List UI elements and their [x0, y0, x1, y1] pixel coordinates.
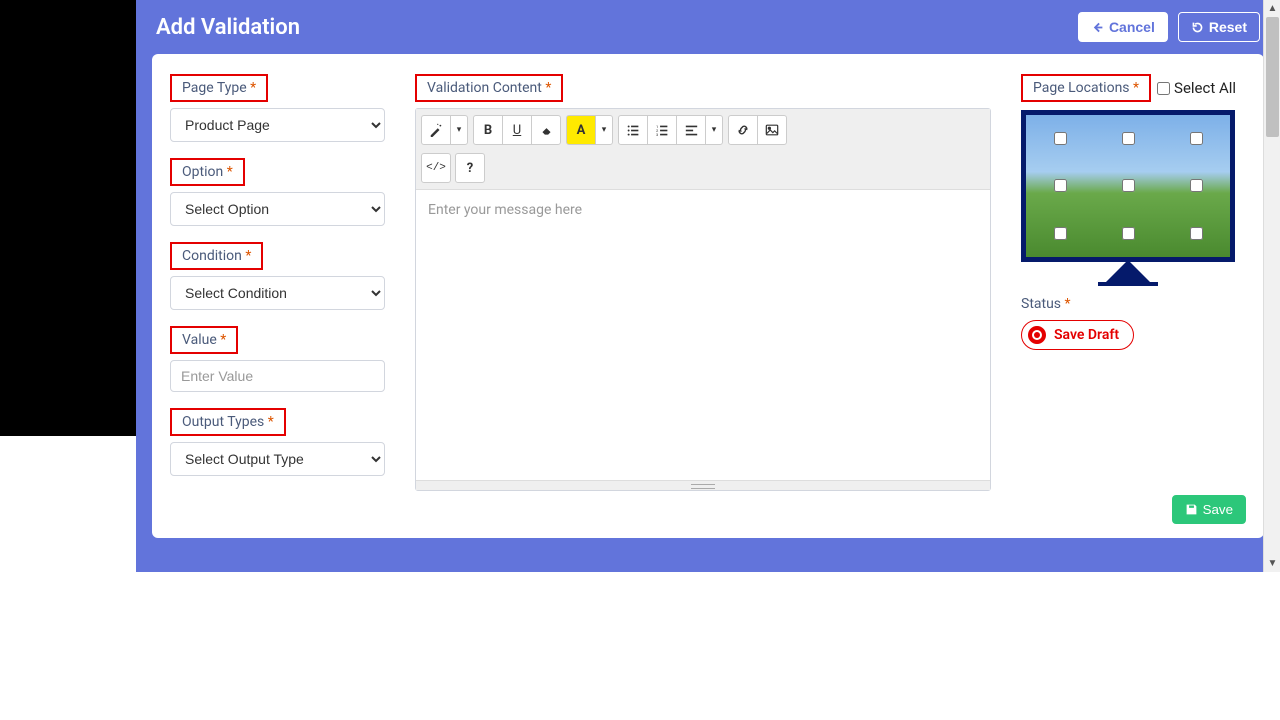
- value-input[interactable]: [170, 360, 385, 392]
- page-title: Add Validation: [156, 15, 300, 40]
- output-types-label: Output Types *: [170, 408, 286, 436]
- resize-handle[interactable]: [416, 480, 990, 490]
- condition-label: Condition *: [170, 242, 263, 270]
- align-dropdown[interactable]: ▾: [705, 115, 723, 145]
- cancel-button[interactable]: Cancel: [1078, 12, 1168, 42]
- save-label: Save: [1203, 502, 1233, 517]
- style-dropdown[interactable]: ▾: [450, 115, 468, 145]
- text-color-icon[interactable]: A: [566, 115, 596, 145]
- select-all-label: Select All: [1174, 79, 1236, 97]
- page-locations-label: Page Locations *: [1021, 74, 1151, 102]
- value-label: Value *: [170, 326, 238, 354]
- bold-icon[interactable]: B: [473, 115, 503, 145]
- validation-content-label: Validation Content *: [415, 74, 563, 102]
- help-icon[interactable]: ?: [455, 153, 485, 183]
- form-card: Page Type * Product Page Option * Select…: [152, 54, 1264, 538]
- ordered-list-icon[interactable]: 123: [647, 115, 677, 145]
- save-draft-status[interactable]: Save Draft: [1021, 320, 1134, 350]
- page-type-select[interactable]: Product Page: [170, 108, 385, 142]
- header: Add Validation Cancel Reset: [136, 0, 1280, 54]
- floppy-icon: [1185, 503, 1198, 516]
- main-area: Add Validation Cancel Reset: [136, 0, 1280, 572]
- save-button[interactable]: Save: [1172, 495, 1246, 524]
- reset-button[interactable]: Reset: [1178, 12, 1260, 42]
- color-dropdown[interactable]: ▾: [595, 115, 613, 145]
- svg-text:3: 3: [656, 132, 659, 137]
- condition-select[interactable]: Select Condition: [170, 276, 385, 310]
- reset-label: Reset: [1209, 19, 1247, 35]
- scroll-up-icon[interactable]: ▲: [1264, 0, 1280, 17]
- select-all-checkbox[interactable]: [1157, 82, 1170, 95]
- code-view-icon[interactable]: </>: [421, 153, 451, 183]
- location-top-left[interactable]: [1054, 132, 1067, 145]
- scroll-thumb[interactable]: [1266, 17, 1279, 137]
- location-top-center[interactable]: [1122, 132, 1135, 145]
- sidebar-black: [0, 0, 136, 436]
- cancel-label: Cancel: [1109, 19, 1155, 35]
- location-top-right[interactable]: [1190, 132, 1203, 145]
- location-mid-right[interactable]: [1190, 179, 1203, 192]
- save-draft-label: Save Draft: [1054, 327, 1119, 343]
- location-mid-left[interactable]: [1054, 179, 1067, 192]
- location-mid-center[interactable]: [1122, 179, 1135, 192]
- page-type-label: Page Type *: [170, 74, 268, 102]
- magic-icon[interactable]: [421, 115, 451, 145]
- location-bot-right[interactable]: [1190, 227, 1203, 240]
- location-bot-center[interactable]: [1122, 227, 1135, 240]
- monitor-base: [1098, 282, 1158, 286]
- vertical-scrollbar[interactable]: ▲ ▼: [1263, 0, 1280, 572]
- monitor-preview: [1021, 110, 1235, 286]
- option-select[interactable]: Select Option: [170, 192, 385, 226]
- location-bot-left[interactable]: [1054, 227, 1067, 240]
- link-icon[interactable]: [728, 115, 758, 145]
- erase-icon[interactable]: [531, 115, 561, 145]
- monitor-stand: [1104, 260, 1152, 284]
- editor-body[interactable]: Enter your message here: [416, 190, 990, 480]
- underline-icon[interactable]: U: [502, 115, 532, 145]
- editor-toolbar: ▾ B U A ▾ 123: [416, 109, 990, 190]
- rich-text-editor: ▾ B U A ▾ 123: [415, 108, 991, 491]
- output-types-select[interactable]: Select Output Type: [170, 442, 385, 476]
- align-icon[interactable]: [676, 115, 706, 145]
- unordered-list-icon[interactable]: [618, 115, 648, 145]
- image-icon[interactable]: [757, 115, 787, 145]
- radio-icon: [1028, 326, 1046, 344]
- arrow-left-icon: [1091, 21, 1104, 34]
- option-label: Option *: [170, 158, 245, 186]
- scroll-down-icon[interactable]: ▼: [1264, 555, 1280, 572]
- undo-icon: [1191, 21, 1204, 34]
- status-label: Status *: [1021, 296, 1246, 312]
